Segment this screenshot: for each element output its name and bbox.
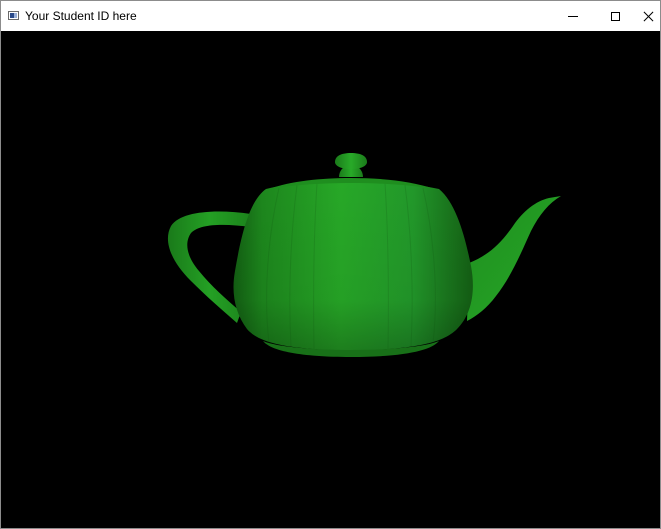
title-bar[interactable]: Your Student ID here — [1, 1, 660, 31]
maximize-icon — [610, 11, 620, 21]
close-icon — [643, 11, 654, 22]
app-window: Your Student ID here — [0, 0, 661, 529]
minimize-icon — [568, 15, 578, 17]
minimize-button[interactable] — [550, 1, 596, 31]
teapot-body — [233, 181, 473, 357]
render-viewport[interactable] — [1, 31, 660, 528]
teapot-spout — [467, 196, 561, 321]
close-button[interactable] — [625, 1, 660, 31]
teapot-render — [167, 153, 561, 357]
window-title: Your Student ID here — [25, 9, 137, 23]
app-icon[interactable] — [8, 11, 19, 20]
